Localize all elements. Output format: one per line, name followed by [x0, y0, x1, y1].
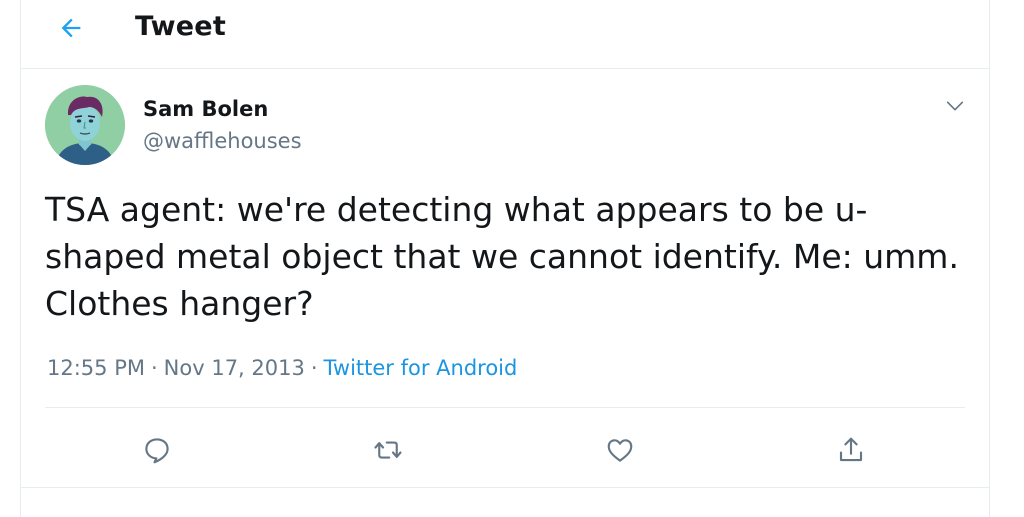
tweet-source-link[interactable]: Twitter for Android	[324, 356, 518, 380]
avatar-illustration	[45, 85, 125, 165]
meta-separator: ·	[310, 356, 318, 380]
tweet-page: Tweet Sam Bolen @wafflehouses TSA agent:…	[20, 0, 990, 517]
back-button[interactable]	[51, 10, 91, 46]
tweet-actions	[21, 428, 989, 472]
arrow-left-icon	[61, 18, 81, 38]
author-display-name[interactable]: Sam Bolen	[143, 95, 268, 123]
divider	[21, 487, 989, 488]
divider	[45, 407, 965, 408]
share-icon	[839, 437, 863, 462]
page-header: Tweet	[21, 0, 989, 69]
heart-icon	[607, 439, 633, 462]
meta-separator: ·	[150, 356, 158, 380]
tweet-text: TSA agent: we're detecting what appears …	[45, 190, 959, 323]
tweet-date[interactable]: Nov 17, 2013	[164, 356, 305, 380]
more-options-button[interactable]	[941, 94, 969, 118]
reply-button[interactable]	[135, 428, 179, 472]
author-handle[interactable]: @wafflehouses	[143, 127, 302, 155]
tweet-time[interactable]: 12:55 PM	[47, 356, 145, 380]
share-button[interactable]	[829, 428, 873, 472]
chevron-down-icon	[946, 101, 964, 111]
retweet-icon	[374, 441, 402, 459]
like-button[interactable]	[598, 428, 642, 472]
retweet-button[interactable]	[366, 428, 410, 472]
avatar[interactable]	[45, 85, 125, 165]
tweet-meta: 12:55 PM · Nov 17, 2013 · Twitter for Androi…	[47, 354, 517, 382]
reply-icon	[145, 438, 169, 464]
page-title: Tweet	[135, 11, 226, 42]
